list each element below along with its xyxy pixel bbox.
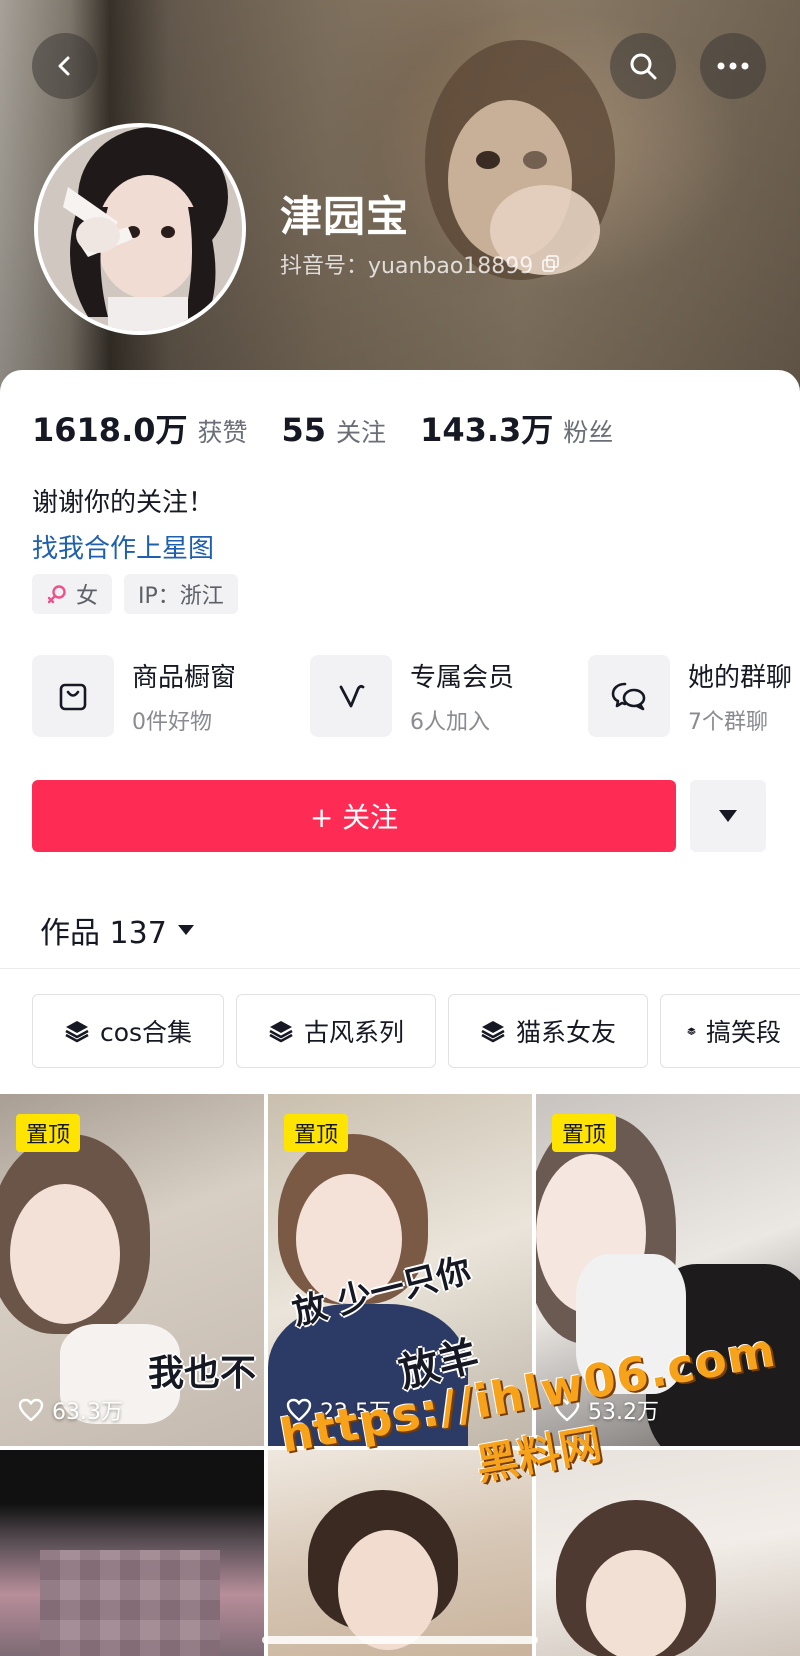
feature-subtitle: 7个群聊	[688, 709, 768, 735]
heart-icon	[18, 1398, 44, 1422]
profile-name: 津园宝	[280, 192, 410, 241]
video-thumbnail[interactable]: 置顶 我也不 63.3万	[0, 1094, 264, 1446]
profile-banner: 津园宝 抖音号：yuanbao18899	[0, 0, 800, 400]
thumbnail-art	[586, 1550, 686, 1656]
collection-label: 古风系列	[303, 1018, 404, 1047]
feature-icon-box	[32, 655, 114, 737]
shop-window-entry[interactable]: 商品橱窗 0件好物	[32, 655, 310, 737]
tab-works[interactable]: 作品 137	[40, 908, 195, 952]
layers-icon	[269, 1021, 293, 1043]
bio-link[interactable]: 找我合作上星图	[32, 528, 214, 565]
divider	[0, 968, 800, 969]
avatar[interactable]	[34, 123, 246, 335]
membership-entry[interactable]: 专属会员 6人加入	[310, 655, 588, 737]
like-count-text: 63.3万	[52, 1400, 123, 1425]
collection-chip[interactable]: cos合集	[32, 994, 224, 1068]
search-icon	[630, 53, 657, 80]
pinned-badge: 置顶	[552, 1114, 617, 1152]
female-icon	[47, 585, 66, 604]
like-count: 63.3万	[18, 1394, 123, 1426]
blurred-thumbnail	[40, 1550, 220, 1656]
video-thumbnail[interactable]	[536, 1450, 800, 1656]
feature-icon-box	[588, 655, 670, 737]
more-button[interactable]	[700, 33, 766, 99]
feature-subtitle: 0件好物	[132, 709, 212, 735]
thumbnail-art	[338, 1530, 438, 1650]
feature-title: 她的群聊	[688, 662, 793, 693]
back-button[interactable]	[32, 33, 98, 99]
video-caption: 我也不	[148, 1353, 257, 1394]
douyin-id-text: 抖音号：yuanbao18899	[280, 254, 534, 279]
profile-tags: 女 IP：浙江	[32, 574, 238, 614]
recommend-dropdown-button[interactable]	[690, 780, 766, 852]
collection-chip[interactable]: 搞笑段	[660, 994, 800, 1068]
video-thumbnail[interactable]	[0, 1450, 264, 1656]
shopping-bag-icon	[59, 683, 87, 711]
stat-value: 55	[281, 411, 327, 449]
stat-following[interactable]: 55 关注	[282, 411, 387, 449]
more-icon	[717, 62, 749, 70]
gender-label: 女	[76, 584, 99, 609]
back-icon	[58, 56, 70, 76]
gender-tag: 女	[32, 574, 113, 614]
stat-label: 获赞	[197, 418, 248, 447]
triangle-down-icon	[719, 810, 737, 822]
copy-icon[interactable]	[541, 254, 561, 274]
bio-text: 谢谢你的关注！	[32, 488, 215, 518]
tab-works-label: 作品 137	[40, 916, 167, 951]
collection-label: 搞笑段	[705, 1018, 781, 1047]
ip-location-label: IP：浙江	[138, 584, 224, 609]
collection-list: cos合集 古风系列 猫系女友 搞笑段	[32, 994, 800, 1068]
stat-likes[interactable]: 1618.0万 获赞	[32, 405, 248, 451]
ip-location-tag: IP：浙江	[124, 574, 238, 614]
feature-title: 专属会员	[410, 662, 515, 693]
layers-icon	[481, 1021, 505, 1043]
collection-chip[interactable]: 猫系女友	[448, 994, 648, 1068]
membership-v-icon	[339, 684, 365, 708]
feature-icon-box	[310, 655, 392, 737]
layers-icon	[687, 1027, 696, 1035]
collection-label: cos合集	[99, 1018, 193, 1047]
search-button[interactable]	[610, 33, 676, 99]
triangle-down-icon	[177, 925, 194, 935]
stat-value: 1618.0万	[32, 411, 188, 449]
stat-label: 粉丝	[563, 418, 614, 447]
follow-button[interactable]: + 关注	[32, 780, 676, 852]
layers-icon	[65, 1021, 89, 1043]
feature-subtitle: 6人加入	[410, 709, 490, 735]
stat-label: 关注	[336, 418, 387, 447]
feature-title: 商品橱窗	[132, 662, 237, 693]
collection-chip[interactable]: 古风系列	[236, 994, 436, 1068]
douyin-id[interactable]: 抖音号：yuanbao18899	[280, 248, 561, 280]
stat-value: 143.3万	[420, 411, 554, 449]
stat-followers[interactable]: 143.3万 粉丝	[420, 405, 613, 451]
group-chat-icon	[611, 682, 646, 711]
group-chat-entry[interactable]: 她的群聊 7个群聊	[588, 655, 798, 737]
collection-label: 猫系女友	[515, 1018, 616, 1047]
home-indicator[interactable]	[262, 1636, 538, 1644]
stats-row: 1618.0万 获赞 55 关注 143.3万 粉丝	[32, 405, 647, 449]
pinned-badge: 置顶	[16, 1114, 81, 1152]
avatar-photo	[38, 127, 242, 331]
thumbnail-art	[10, 1184, 120, 1324]
pinned-badge: 置顶	[284, 1114, 349, 1152]
feature-entries: 商品橱窗 0件好物 专属会员 6人加入 她的群聊 7个群聊	[32, 655, 798, 737]
